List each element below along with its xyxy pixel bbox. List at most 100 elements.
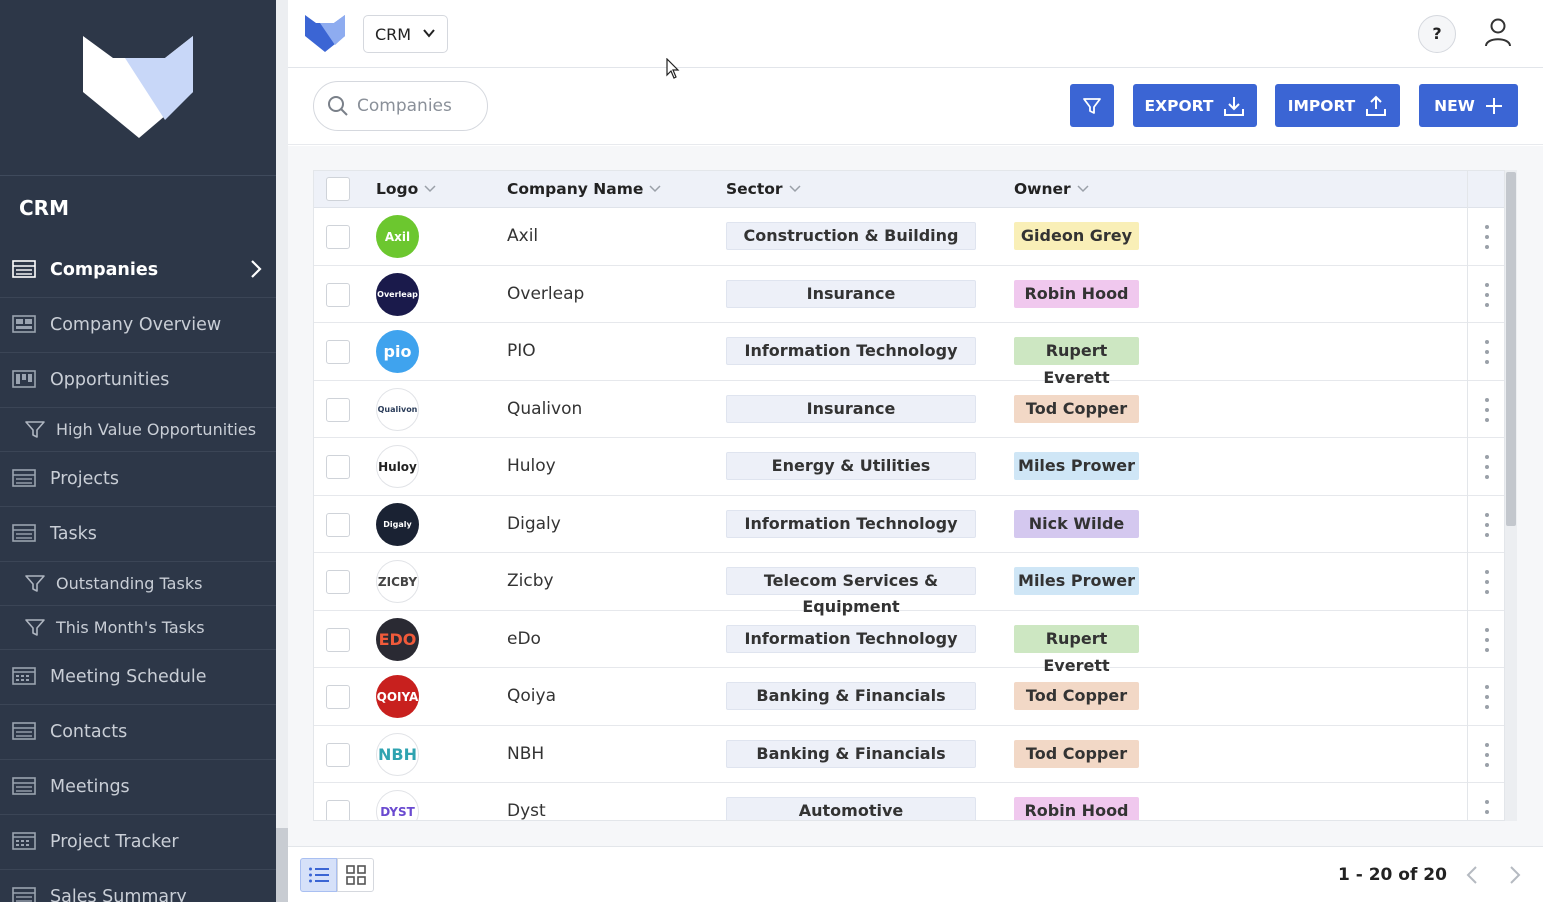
row-checkbox[interactable]	[326, 225, 350, 249]
company-name: Axil	[507, 226, 539, 246]
row-checkbox[interactable]	[326, 570, 350, 594]
sidebar-item-projects[interactable]: Projects	[0, 452, 276, 507]
row-menu-icon[interactable]	[1479, 395, 1495, 425]
row-checkbox[interactable]	[326, 627, 350, 652]
company-logo: DYST	[376, 790, 419, 820]
sidebar: CRM Companies Company Overview Opportuniti…	[0, 0, 276, 902]
list-icon	[12, 524, 38, 544]
sidebar-item-high-value-opportunities[interactable]: High Value Opportunities	[0, 408, 276, 452]
table-row[interactable]: QOIYA Qoiya Banking & Financials Tod Copper	[314, 668, 1504, 726]
company-logo: NBH	[376, 732, 419, 776]
sidebar-item-label: Contacts	[50, 722, 128, 742]
chevron-right-icon[interactable]	[1508, 865, 1522, 885]
row-menu-icon[interactable]	[1479, 567, 1495, 597]
table-row[interactable]: Axil Axil Construction & Building Gideon Gr…	[314, 208, 1504, 266]
sidebar-item-meetings[interactable]: Meetings	[0, 760, 276, 815]
chevron-left-icon[interactable]	[1465, 865, 1479, 885]
column-header-label: Logo	[376, 180, 419, 198]
search-input[interactable]	[357, 96, 477, 116]
sidebar-item-project-tracker[interactable]: Project Tracker	[0, 815, 276, 870]
export-button-label: EXPORT	[1144, 96, 1214, 115]
row-menu-icon[interactable]	[1479, 797, 1495, 820]
column-header-company-name[interactable]: Company Name	[507, 180, 661, 198]
company-logo-text: Huloy	[378, 459, 417, 474]
sidebar-item-outstanding-tasks[interactable]: Outstanding Tasks	[0, 562, 276, 606]
table-row[interactable]: DYST Dyst Automotive Robin Hood	[314, 783, 1504, 820]
table-row[interactable]: Qualivon Qualivon Insurance Tod Copper	[314, 381, 1504, 438]
search-icon	[328, 96, 348, 116]
sidebar-item-contacts[interactable]: Contacts	[0, 705, 276, 760]
company-name: Digaly	[507, 513, 561, 534]
table-row[interactable]: EDO eDo Information Technology Rupert Evere…	[314, 611, 1504, 675]
chevron-down-icon	[649, 185, 661, 193]
table-row[interactable]: Digaly Digaly Information Technology Nick W…	[314, 496, 1504, 553]
app-selector[interactable]: CRM	[363, 15, 448, 53]
company-name: PIO	[507, 341, 536, 361]
calendar-icon	[12, 832, 38, 852]
column-header-sector[interactable]: Sector	[726, 180, 801, 198]
sidebar-item-opportunities[interactable]: Opportunities	[0, 353, 276, 408]
card-view-button[interactable]	[337, 858, 374, 892]
list-icon	[12, 887, 38, 902]
table-row[interactable]: Overleap Overleap Insurance Robin Hood	[314, 266, 1504, 323]
row-checkbox[interactable]	[326, 455, 350, 479]
company-logo-text: Overleap	[377, 289, 418, 299]
row-menu-icon[interactable]	[1479, 510, 1495, 540]
list-icon	[12, 469, 38, 489]
row-menu-icon[interactable]	[1479, 682, 1495, 712]
filter-icon	[24, 574, 46, 594]
list-view-icon	[308, 867, 329, 883]
sidebar-item-meeting-schedule[interactable]: Meeting Schedule	[0, 650, 276, 705]
main-content: Logo Company Name Sector Owner Axil Axil C…	[288, 146, 1543, 902]
sidebar-item-sales-summary[interactable]: Sales Summary	[0, 870, 276, 902]
sidebar-item-company-overview[interactable]: Company Overview	[0, 298, 276, 353]
row-menu-icon[interactable]	[1479, 740, 1495, 770]
list-view-button[interactable]	[300, 858, 337, 892]
help-button[interactable]: ?	[1418, 15, 1456, 53]
sidebar-item-label: Meeting Schedule	[50, 667, 207, 687]
app-selector-label: CRM	[375, 24, 412, 44]
row-checkbox[interactable]	[326, 742, 350, 767]
owner-badge: Tod Copper	[1014, 394, 1139, 423]
column-header-label: Owner	[1014, 180, 1071, 198]
row-checkbox[interactable]	[326, 397, 350, 422]
list-icon	[12, 260, 38, 280]
sidebar-splitter[interactable]	[276, 0, 288, 902]
row-menu-icon[interactable]	[1479, 625, 1495, 655]
row-menu-icon[interactable]	[1479, 452, 1495, 482]
search-box[interactable]	[313, 81, 488, 131]
table-row[interactable]: NBH NBH Banking & Financials Tod Copper	[314, 726, 1504, 783]
row-checkbox[interactable]	[326, 282, 350, 307]
row-checkbox[interactable]	[326, 800, 350, 820]
grid-scrollbar[interactable]	[1505, 170, 1517, 821]
fox-logo-icon	[83, 36, 193, 138]
sidebar-item-this-month-s-tasks[interactable]: This Month's Tasks	[0, 606, 276, 650]
grid-scrollbar-thumb[interactable]	[1506, 172, 1516, 526]
table-row[interactable]: ZICBY Zicby Telecom Services & Equipment Mi…	[314, 553, 1504, 616]
row-menu-icon[interactable]	[1479, 337, 1495, 367]
column-header-owner[interactable]: Owner	[1014, 180, 1089, 198]
row-checkbox[interactable]	[326, 340, 350, 364]
column-header-logo[interactable]: Logo	[376, 180, 436, 198]
table-row[interactable]: Huloy Huloy Energy & Utilities Miles Prower	[314, 438, 1504, 496]
row-checkbox[interactable]	[326, 512, 350, 537]
row-checkbox[interactable]	[326, 685, 350, 709]
company-logo-text: QOIYA	[376, 689, 419, 704]
row-menu-icon[interactable]	[1479, 222, 1495, 252]
import-button[interactable]: IMPORT	[1275, 84, 1400, 127]
export-button[interactable]: EXPORT	[1133, 84, 1257, 127]
user-profile-icon[interactable]	[1484, 18, 1512, 48]
sidebar-item-companies[interactable]: Companies	[0, 243, 276, 298]
row-menu-icon[interactable]	[1479, 280, 1495, 310]
sector-badge: Information Technology	[726, 337, 976, 365]
owner-badge: Nick Wilde	[1014, 509, 1139, 538]
sidebar-item-tasks[interactable]: Tasks	[0, 507, 276, 562]
new-button[interactable]: NEW	[1419, 84, 1518, 127]
company-logo-text: Digaly	[383, 519, 412, 529]
table-row[interactable]: pio PIO Information Technology Rupert Evere…	[314, 323, 1504, 387]
select-all-checkbox[interactable]	[326, 177, 350, 201]
filter-button[interactable]	[1070, 84, 1114, 127]
fox-logo-icon[interactable]	[305, 15, 345, 53]
sector-badge: Energy & Utilities	[726, 452, 976, 480]
sidebar-scrollbar[interactable]	[276, 828, 288, 902]
